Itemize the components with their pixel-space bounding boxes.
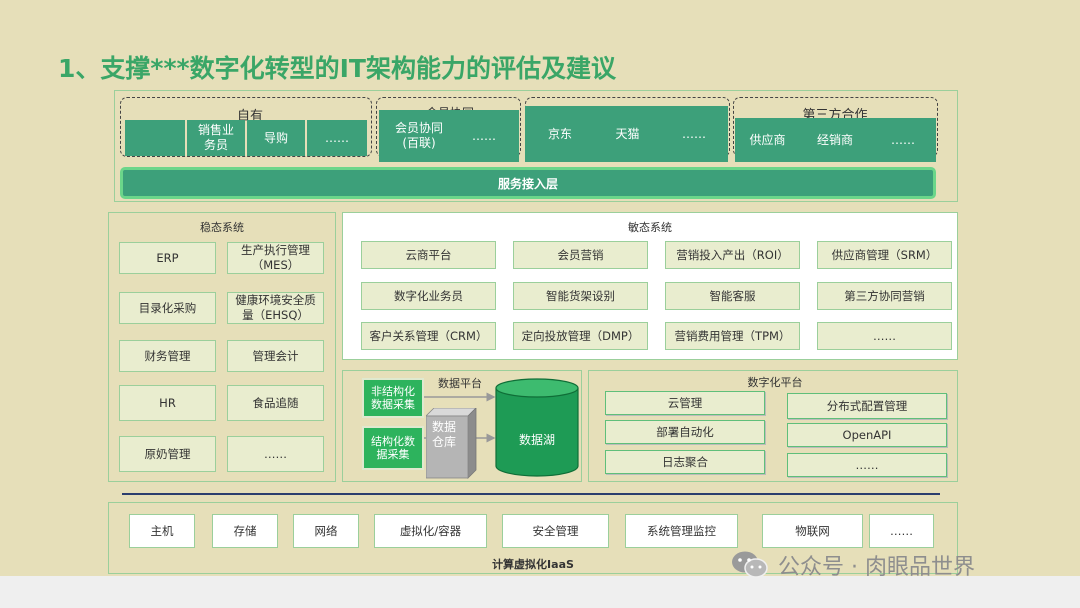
- digital-distributed-config: 分布式配置管理: [787, 393, 947, 419]
- channel-third-party-more: ……: [870, 118, 936, 162]
- digital-deploy-automation: 部署自动化: [605, 420, 765, 444]
- agile-item-more: ……: [817, 322, 952, 350]
- iaas-item-more: ……: [869, 514, 934, 548]
- stable-item-raw-milk: 原奶管理: [119, 436, 216, 472]
- channel-ecommerce-more: ……: [660, 106, 728, 162]
- agile-item-third-party-marketing: 第三方协同营销: [817, 282, 952, 310]
- stable-item-erp: ERP: [119, 242, 216, 274]
- channel-tmall: 天猫: [595, 106, 660, 162]
- stable-item-finance: 财务管理: [119, 340, 216, 372]
- layer-divider: [122, 493, 940, 495]
- iaas-item-virtualization: 虚拟化/容器: [374, 514, 487, 548]
- stable-item-mes: 生产执行管理（MES）: [227, 242, 324, 274]
- agile-item-member-marketing: 会员营销: [513, 241, 648, 269]
- stable-item-food-tracing: 食品追随: [227, 385, 324, 421]
- iaas-item-network: 网络: [293, 514, 359, 548]
- stable-item-hr: HR: [119, 385, 216, 421]
- stable-item-more: ……: [227, 436, 324, 472]
- channel-member-bailian: 会员协同(百联): [379, 110, 449, 162]
- agile-item-roi: 营销投入产出（ROI）: [665, 241, 800, 269]
- digital-cloud-management: 云管理: [605, 391, 765, 415]
- data-lake-label: 数据湖: [518, 433, 555, 447]
- iaas-item-storage: 存储: [212, 514, 278, 548]
- channel-sales-rep: 销售业务员: [187, 120, 245, 156]
- channel-own-more: ……: [307, 120, 367, 156]
- digital-openapi: OpenAPI: [787, 423, 947, 447]
- channel-own-blank-cell: [125, 120, 185, 156]
- digital-log-aggregation: 日志聚合: [605, 450, 765, 474]
- channel-shopping-guide: 导购: [247, 120, 305, 156]
- agile-item-digital-sales-rep: 数字化业务员: [361, 282, 496, 310]
- data-lake-cylinder: [495, 378, 579, 477]
- channel-member-more: ……: [449, 110, 519, 162]
- agile-item-cloud-commerce: 云商平台: [361, 241, 496, 269]
- channel-distributor: 经销商: [800, 118, 870, 162]
- channel-supplier: 供应商: [735, 118, 800, 162]
- agile-item-smart-service: 智能客服: [665, 282, 800, 310]
- digital-more: ……: [787, 453, 947, 477]
- agile-system-title: 敏态系统: [628, 221, 672, 234]
- stable-system-title: 稳态系统: [200, 221, 244, 234]
- iaas-item-security: 安全管理: [502, 514, 609, 548]
- agile-item-dmp: 定向投放管理（DMP）: [513, 322, 648, 350]
- digital-platform-title: 数字化平台: [747, 376, 803, 389]
- agile-item-tpm: 营销费用管理（TPM）: [665, 322, 800, 350]
- watermark-text: 公众号 · 肉眼品世界: [778, 555, 975, 580]
- iaas-item-host: 主机: [129, 514, 195, 548]
- agile-item-crm: 客户关系管理（CRM）: [361, 322, 496, 350]
- stable-item-ehsq: 健康环境安全质量（EHSQ）: [227, 292, 324, 324]
- wechat-icon: [732, 551, 768, 578]
- stable-item-management-accounting: 管理会计: [227, 340, 324, 372]
- channel-jd: 京东: [525, 106, 595, 162]
- service-access-layer-label: 服务接入层: [497, 176, 558, 191]
- page-title: 1、支撑***数字化转型的IT架构能力的评估及建议: [58, 54, 616, 83]
- watermark: 公众号 · 肉眼品世界: [730, 546, 1060, 584]
- service-access-layer: 服务接入层: [120, 167, 936, 199]
- stable-item-catalog-purchase: 目录化采购: [119, 292, 216, 324]
- iaas-item-monitoring: 系统管理监控: [625, 514, 738, 548]
- data-warehouse-label: 数据仓库: [431, 420, 456, 449]
- iaas-item-iot: 物联网: [762, 514, 863, 548]
- agile-item-smart-shelf: 智能货架设别: [513, 282, 648, 310]
- agile-item-srm: 供应商管理（SRM）: [817, 241, 952, 269]
